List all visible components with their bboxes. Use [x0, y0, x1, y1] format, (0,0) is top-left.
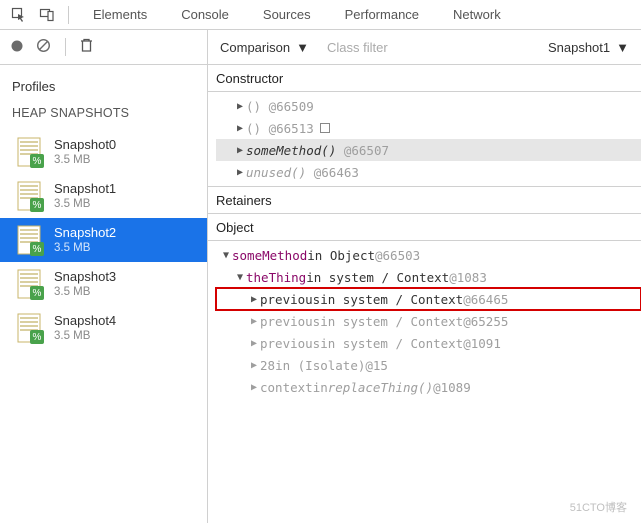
snapshot-name: Snapshot3: [54, 269, 116, 285]
snapshot-name: Snapshot2: [54, 225, 116, 241]
constructor-row[interactable]: ▶someMethod() @66507: [216, 139, 641, 161]
snapshot-size: 3.5 MB: [54, 153, 116, 167]
devtools-topbar: Elements Console Sources Performance Net…: [0, 0, 641, 30]
view-mode-dropdown[interactable]: Comparison ▼: [214, 40, 315, 55]
toolbar-divider: [68, 6, 69, 24]
constructor-row[interactable]: ▶() @66513: [216, 117, 641, 139]
retainer-row[interactable]: ▼someMethod in Object @66503: [216, 244, 641, 266]
snapshot-icon: %: [16, 136, 44, 168]
element-badge-icon: [320, 123, 330, 133]
snapshot-selector-label: Snapshot1: [548, 40, 610, 55]
snapshot-size: 3.5 MB: [54, 197, 116, 211]
snapshot-list: %Snapshot03.5 MB%Snapshot13.5 MB%Snapsho…: [0, 130, 207, 350]
constructor-row[interactable]: ▶unused() @66463: [216, 161, 641, 183]
clear-icon[interactable]: [36, 38, 51, 56]
retainers-tree: ▼someMethod in Object @66503▼theThing in…: [208, 241, 641, 401]
snapshot-icon: %: [16, 180, 44, 212]
snapshot-icon: %: [16, 312, 44, 344]
retainer-row[interactable]: ▶previous in system / Context @66465: [216, 288, 641, 310]
svg-text:%: %: [33, 200, 42, 211]
expand-arrow-icon[interactable]: ▼: [234, 272, 246, 283]
delete-icon[interactable]: [80, 38, 93, 56]
heap-snapshots-label: HEAP SNAPSHOTS: [0, 100, 207, 130]
svg-text:%: %: [33, 244, 42, 255]
svg-text:%: %: [33, 332, 42, 343]
device-toggle-icon[interactable]: [36, 4, 58, 26]
expand-arrow-icon[interactable]: ▶: [248, 338, 260, 349]
view-mode-label: Comparison: [220, 40, 290, 55]
snapshot-icon: %: [16, 268, 44, 300]
snapshot-icon: %: [16, 224, 44, 256]
expand-arrow-icon[interactable]: ▼: [220, 250, 232, 261]
sidebar-toolbar: [0, 30, 207, 65]
expand-arrow-icon[interactable]: ▶: [234, 123, 246, 134]
inspect-icon[interactable]: [8, 4, 30, 26]
snapshot-size: 3.5 MB: [54, 285, 116, 299]
content-pane: Comparison ▼ Snapshot1 ▼ Constructor ▶()…: [208, 30, 641, 523]
expand-arrow-icon[interactable]: ▶: [248, 294, 260, 305]
tab-network[interactable]: Network: [439, 0, 515, 30]
watermark: 51CTO博客: [570, 499, 627, 515]
retainers-header: Retainers: [208, 187, 641, 214]
constructor-tree: ▶() @66509▶() @66513▶someMethod() @66507…: [208, 92, 641, 186]
record-icon[interactable]: [10, 39, 24, 56]
expand-arrow-icon[interactable]: ▶: [248, 382, 260, 393]
sidebar-divider: [65, 38, 66, 56]
svg-text:%: %: [33, 288, 42, 299]
chevron-down-icon: ▼: [616, 40, 629, 55]
snapshot-name: Snapshot0: [54, 137, 116, 153]
svg-text:%: %: [33, 156, 42, 167]
retainer-row[interactable]: ▼theThing in system / Context @1083: [216, 266, 641, 288]
profiles-label: Profiles: [0, 65, 207, 100]
snapshot-name: Snapshot4: [54, 313, 116, 329]
constructor-header: Constructor: [208, 65, 641, 92]
tab-performance[interactable]: Performance: [331, 0, 433, 30]
chevron-down-icon: ▼: [296, 40, 309, 55]
snapshot-size: 3.5 MB: [54, 241, 116, 255]
snapshot-size: 3.5 MB: [54, 329, 116, 343]
snapshot-item[interactable]: % Snapshot43.5 MB: [0, 306, 207, 350]
snapshot-selector-dropdown[interactable]: Snapshot1 ▼: [542, 40, 635, 55]
constructor-row[interactable]: ▶() @66509: [216, 95, 641, 117]
tab-sources[interactable]: Sources: [249, 0, 325, 30]
snapshot-item[interactable]: % Snapshot33.5 MB: [0, 262, 207, 306]
tab-elements[interactable]: Elements: [79, 0, 161, 30]
expand-arrow-icon[interactable]: ▶: [234, 101, 246, 112]
snapshot-name: Snapshot1: [54, 181, 116, 197]
expand-arrow-icon[interactable]: ▶: [234, 167, 246, 178]
retainer-row[interactable]: ▶previous in system / Context @1091: [216, 332, 641, 354]
profiles-sidebar: Profiles HEAP SNAPSHOTS %Snapshot03.5 MB…: [0, 30, 208, 523]
expand-arrow-icon[interactable]: ▶: [248, 360, 260, 371]
expand-arrow-icon[interactable]: ▶: [248, 316, 260, 327]
tab-console[interactable]: Console: [167, 0, 243, 30]
snapshot-item[interactable]: % Snapshot03.5 MB: [0, 130, 207, 174]
retainer-row[interactable]: ▶context in replaceThing() @1089: [216, 376, 641, 398]
retainer-row[interactable]: ▶28 in (Isolate) @15: [216, 354, 641, 376]
snapshot-item[interactable]: % Snapshot13.5 MB: [0, 174, 207, 218]
expand-arrow-icon[interactable]: ▶: [234, 145, 246, 156]
retainer-row[interactable]: ▶previous in system / Context @65255: [216, 310, 641, 332]
class-filter-input[interactable]: [321, 36, 496, 59]
content-toolbar: Comparison ▼ Snapshot1 ▼: [208, 30, 641, 65]
snapshot-item[interactable]: % Snapshot23.5 MB: [0, 218, 207, 262]
object-header: Object: [208, 214, 641, 241]
